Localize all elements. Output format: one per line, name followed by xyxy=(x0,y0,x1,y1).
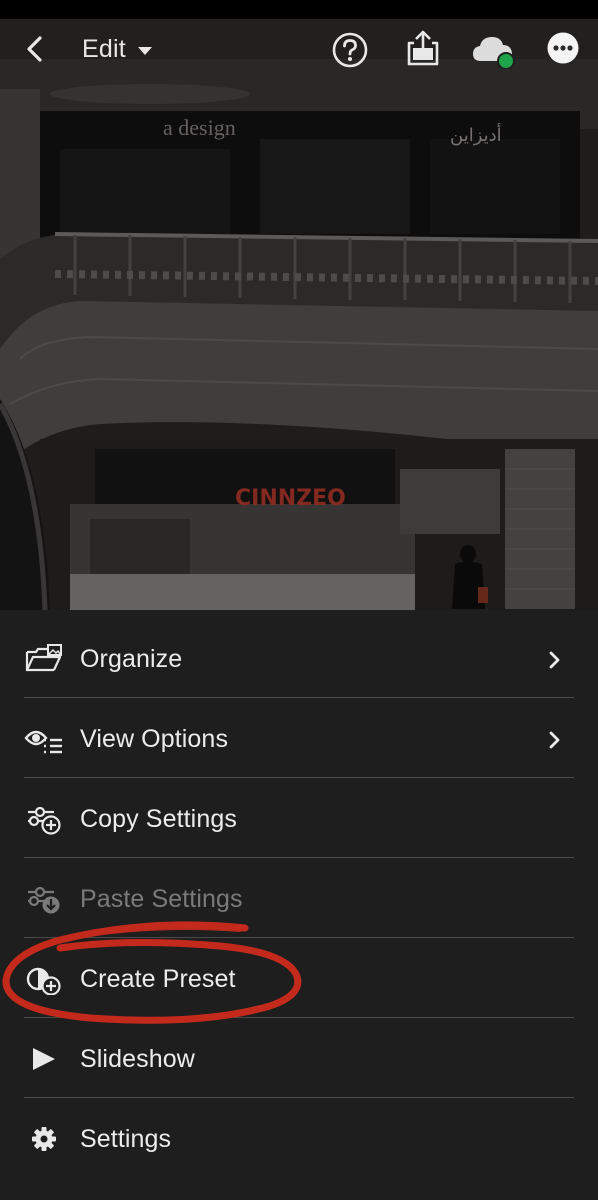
menu-item-organize[interactable]: Organize xyxy=(0,619,598,697)
organize-icon xyxy=(25,644,62,672)
mode-label[interactable]: Edit xyxy=(82,35,126,64)
menu-item-view-options[interactable]: View Options xyxy=(0,699,598,777)
divider xyxy=(24,1097,574,1098)
menu-item-label: Organize xyxy=(80,645,183,673)
divider xyxy=(24,1017,574,1018)
more-icon[interactable] xyxy=(546,31,580,65)
chevron-down-icon[interactable] xyxy=(136,45,154,57)
play-icon xyxy=(33,1048,55,1070)
menu-item-label: Copy Settings xyxy=(80,805,237,833)
mall-photo: a design أديزاين CINNZEO xyxy=(0,19,598,610)
divider xyxy=(24,857,574,858)
copy-settings-icon xyxy=(28,806,61,835)
chevron-right-icon xyxy=(549,651,560,669)
menu-item-label: Create Preset xyxy=(80,965,236,993)
menu-item-label: Settings xyxy=(80,1125,172,1153)
photo-preview[interactable]: a design أديزاين CINNZEO xyxy=(0,19,598,610)
status-bar xyxy=(0,0,598,19)
cloud-sync-icon[interactable] xyxy=(470,31,518,69)
divider xyxy=(24,777,574,778)
create-preset-icon xyxy=(26,967,61,995)
share-icon[interactable] xyxy=(404,28,442,68)
more-menu: Organize View Options Copy Settings Past… xyxy=(0,610,598,1200)
menu-item-label: Slideshow xyxy=(80,1045,195,1073)
gear-icon xyxy=(32,1127,56,1151)
help-icon[interactable] xyxy=(331,31,369,69)
menu-item-label: Paste Settings xyxy=(80,885,243,913)
menu-item-settings[interactable]: Settings xyxy=(0,1099,598,1177)
paste-settings-icon xyxy=(28,886,60,914)
view-options-icon xyxy=(24,730,62,754)
divider xyxy=(24,937,574,938)
back-icon[interactable] xyxy=(22,33,50,65)
menu-item-label: View Options xyxy=(80,725,229,753)
divider xyxy=(24,697,574,698)
menu-item-copy-settings[interactable]: Copy Settings xyxy=(0,779,598,857)
menu-item-slideshow[interactable]: Slideshow xyxy=(0,1019,598,1097)
top-toolbar: Edit xyxy=(0,19,598,81)
menu-item-paste-settings[interactable]: Paste Settings xyxy=(0,859,598,937)
menu-item-create-preset[interactable]: Create Preset xyxy=(0,939,598,1017)
chevron-right-icon xyxy=(549,731,560,749)
